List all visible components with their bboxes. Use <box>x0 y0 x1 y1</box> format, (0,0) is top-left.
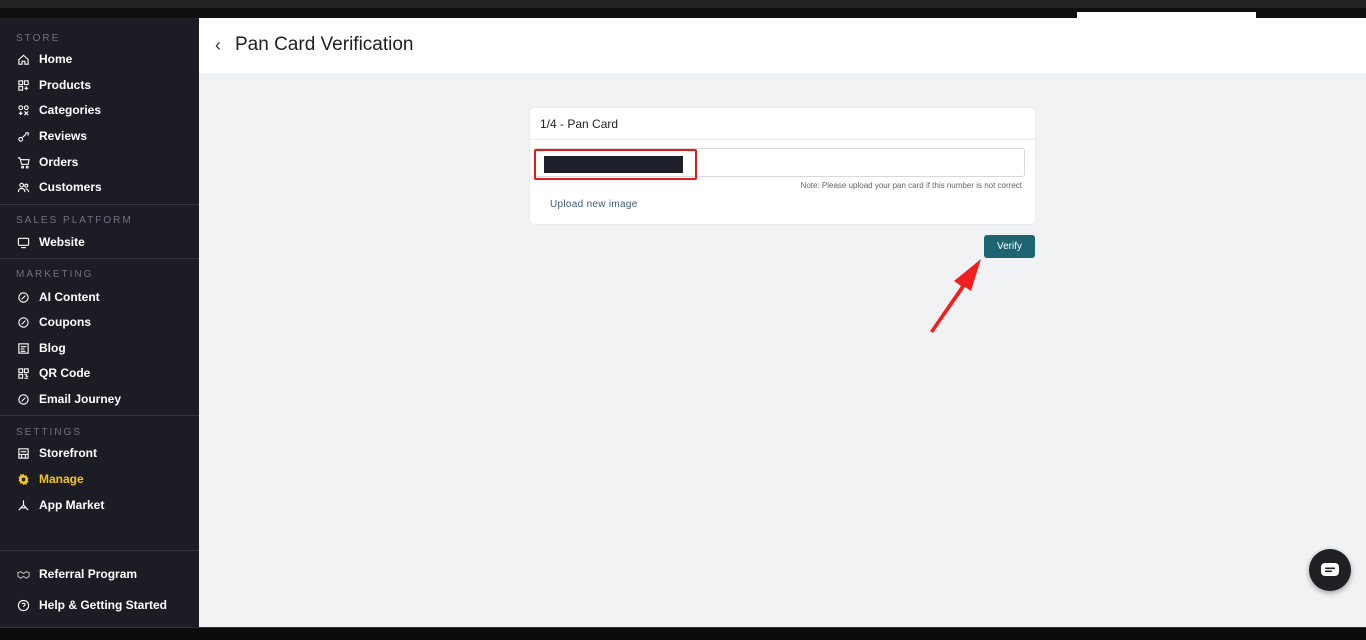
top-bar <box>0 0 1366 21</box>
sidebar-item-orders[interactable]: Orders <box>16 151 78 173</box>
sidebar-item-label: Orders <box>39 155 79 169</box>
monitor-icon <box>16 235 30 249</box>
sidebar-item-label: QR Code <box>39 366 91 380</box>
sidebar-divider <box>0 204 199 205</box>
page-title: Pan Card Verification <box>235 34 414 55</box>
sidebar-item-label: Home <box>39 52 73 66</box>
gear-icon <box>16 472 30 486</box>
sidebar-item-app-market[interactable]: App Market <box>16 494 104 516</box>
storefront-icon <box>16 446 30 460</box>
sidebar-item-help[interactable]: Help & Getting Started <box>16 594 167 616</box>
blog-icon <box>16 341 30 355</box>
chat-icon <box>1321 563 1339 576</box>
section-label-sales-platform: SALES PLATFORM <box>16 215 133 226</box>
sidebar-item-label: Products <box>39 78 92 92</box>
main-content: ‹ Pan Card Verification 1/4 - Pan Card N… <box>199 18 1366 627</box>
sidebar-divider <box>0 415 199 416</box>
step-title: 1/4 - Pan Card <box>530 108 1035 140</box>
sidebar-item-label: Customers <box>39 180 102 194</box>
badge-icon <box>16 290 30 304</box>
section-label-settings: SETTINGS <box>16 427 83 438</box>
qr-icon <box>16 366 30 380</box>
sidebar-item-reviews[interactable]: Reviews <box>16 125 87 147</box>
pan-note: Note: Please upload your pan card if thi… <box>800 181 1022 190</box>
sidebar-item-label: Manage <box>39 472 84 486</box>
sidebar-item-home[interactable]: Home <box>16 48 72 70</box>
chat-button[interactable] <box>1309 549 1351 591</box>
verify-button[interactable]: Verify <box>984 235 1035 258</box>
categories-icon <box>16 103 30 117</box>
sidebar-item-qr-code[interactable]: QR Code <box>16 362 90 384</box>
sidebar-item-categories[interactable]: Categories <box>16 99 101 121</box>
app-market-icon <box>16 498 30 512</box>
sidebar: STORE Home Products Categories Reviews O… <box>0 18 199 627</box>
sidebar-item-label: AI Content <box>39 290 100 304</box>
sidebar-item-label: Storefront <box>39 446 97 460</box>
sidebar-item-storefront[interactable]: Storefront <box>16 442 97 464</box>
upload-new-image-link[interactable]: Upload new image <box>550 199 638 210</box>
bottom-bar <box>0 627 1366 640</box>
sidebar-divider <box>0 550 199 551</box>
sidebar-item-coupons[interactable]: Coupons <box>16 311 91 333</box>
sidebar-item-label: Help & Getting Started <box>39 598 168 612</box>
products-icon <box>16 78 30 92</box>
badge-icon <box>16 392 30 406</box>
sidebar-item-customers[interactable]: Customers <box>16 176 102 198</box>
sidebar-item-manage[interactable]: Manage <box>16 468 84 490</box>
page-header: ‹ Pan Card Verification <box>199 18 1366 73</box>
pan-card-panel: 1/4 - Pan Card Note: Please upload your … <box>530 108 1035 224</box>
sidebar-item-label: App Market <box>39 498 105 512</box>
customers-icon <box>16 180 30 194</box>
section-label-marketing: MARKETING <box>16 269 94 280</box>
sidebar-item-products[interactable]: Products <box>16 74 91 96</box>
handshake-icon <box>16 567 30 581</box>
sidebar-item-label: Email Journey <box>39 392 122 406</box>
annotation-arrow-icon <box>930 259 981 333</box>
sidebar-item-label: Blog <box>39 341 66 355</box>
badge-icon <box>16 315 30 329</box>
help-icon <box>16 598 30 612</box>
sidebar-item-label: Categories <box>39 103 102 117</box>
sidebar-item-website[interactable]: Website <box>16 231 85 253</box>
sidebar-divider <box>0 258 199 259</box>
sidebar-item-label: Coupons <box>39 315 91 329</box>
highlight-box <box>534 149 697 180</box>
section-label-store: STORE <box>16 33 61 44</box>
sidebar-item-label: Website <box>39 235 85 249</box>
sidebar-item-email-journey[interactable]: Email Journey <box>16 388 121 410</box>
sidebar-item-referral-program[interactable]: Referral Program <box>16 563 137 585</box>
sidebar-item-label: Reviews <box>39 129 88 143</box>
back-button[interactable]: ‹ <box>215 35 229 55</box>
sidebar-item-ai-content[interactable]: AI Content <box>16 286 100 308</box>
sidebar-item-blog[interactable]: Blog <box>16 337 66 359</box>
sidebar-item-label: Referral Program <box>39 567 138 581</box>
cart-icon <box>16 155 30 169</box>
reviews-icon <box>16 129 30 143</box>
home-icon <box>16 52 30 66</box>
